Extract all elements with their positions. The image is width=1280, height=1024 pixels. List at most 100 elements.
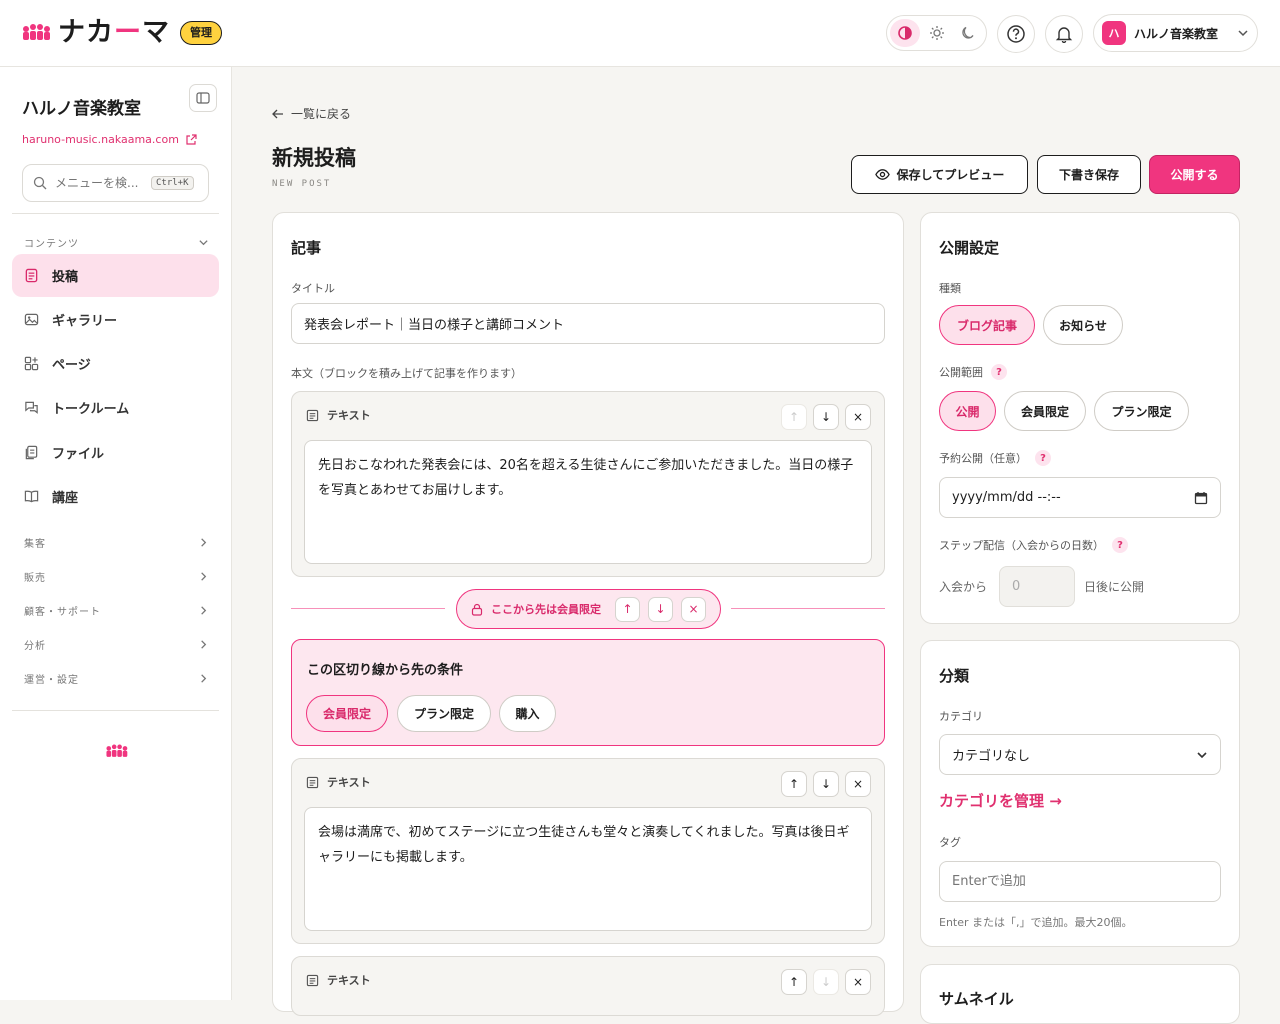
light-theme-button[interactable] [922, 19, 952, 47]
scope-members-chip[interactable]: 会員限定 [1004, 391, 1086, 431]
sidebar-item-files[interactable]: ファイル [12, 431, 219, 474]
category-select[interactable]: カテゴリなし [939, 734, 1221, 775]
sidebar-group-settings[interactable]: 運営・設定 [24, 671, 209, 686]
sidebar-group-label: 販売 [24, 573, 46, 584]
move-down-button[interactable]: ↓ [813, 771, 839, 797]
sidebar-toggle-button[interactable] [189, 84, 217, 112]
bell-icon [1055, 27, 1073, 43]
calendar-icon[interactable] [1194, 491, 1208, 505]
publish-button[interactable]: 公開する [1149, 155, 1240, 194]
condition-purchase-chip[interactable]: 購入 [499, 695, 556, 732]
brand-name: ナカーマ [58, 17, 170, 48]
text-block-icon [306, 776, 319, 788]
sidebar-group-sales[interactable]: 販売 [24, 569, 209, 584]
move-up-button[interactable]: ↑ [781, 969, 807, 995]
save-preview-button[interactable]: 保存してプレビュー [851, 155, 1028, 194]
sidebar-item-pages[interactable]: ページ [12, 342, 219, 385]
sidebar-item-gallery[interactable]: ギャラリー [12, 298, 219, 341]
block-header: テキスト [306, 972, 371, 988]
page-icon [24, 356, 39, 371]
tag-input[interactable] [939, 861, 1221, 902]
condition-members-chip[interactable]: 会員限定 [306, 695, 388, 732]
help-button[interactable] [997, 15, 1035, 53]
schedule-label-row: 予約公開（任意） ? [939, 450, 1051, 466]
account-menu[interactable]: ハ ハルノ音楽教室 [1093, 14, 1258, 52]
scope-label: 公開範囲 [939, 366, 983, 379]
back-to-list-link[interactable]: 一覧に戻る [272, 105, 351, 122]
chevron-right-icon [201, 572, 207, 581]
schedule-value: yyyy/mm/dd --:-- [952, 490, 1061, 505]
manage-category-link[interactable]: カテゴリを管理 → [939, 790, 1062, 811]
delete-block-button[interactable]: × [845, 771, 871, 797]
delete-block-button[interactable]: × [845, 969, 871, 995]
contrast-theme-button[interactable] [890, 19, 920, 47]
save-draft-button[interactable]: 下書き保存 [1037, 155, 1141, 194]
content-section-header[interactable]: コンテンツ [24, 235, 209, 250]
external-link-icon [186, 133, 197, 145]
move-up-button[interactable]: ↑ [781, 771, 807, 797]
move-down-button[interactable]: ↓ [813, 404, 839, 430]
text-block-icon [306, 974, 319, 986]
site-url-link[interactable]: haruno-music.nakaama.com [22, 133, 197, 146]
title-input[interactable]: 発表会レポート｜当日の様子と講師コメント [291, 303, 885, 344]
brand-logo[interactable]: ナカーマ 管理 [22, 18, 222, 48]
kind-blog-chip[interactable]: ブログ記事 [939, 305, 1035, 345]
move-up-button[interactable]: ↑ [781, 404, 807, 430]
step-days-input[interactable]: 0 [999, 566, 1075, 607]
delete-block-button[interactable]: × [845, 404, 871, 430]
sidebar-item-courses[interactable]: 講座 [12, 475, 219, 518]
page-subtitle: NEW POST [272, 179, 332, 189]
help-icon[interactable]: ? [1112, 537, 1128, 553]
content-section-label: コンテンツ [24, 239, 79, 250]
block-type-label: テキスト [327, 974, 371, 987]
chevron-down-icon [1197, 751, 1207, 758]
chat-icon [25, 401, 38, 414]
step-label-row: ステップ配信（入会からの日数） ? [939, 537, 1128, 553]
sidebar-group-marketing[interactable]: 集客 [24, 535, 209, 550]
block-textarea[interactable]: 先日おこなわれた発表会には、20名を超える生徒さんにご参加いただきました。当日の… [304, 440, 872, 564]
kind-news-chip[interactable]: お知らせ [1043, 305, 1123, 345]
sidebar-divider [12, 710, 219, 711]
category-value: カテゴリなし [952, 749, 1031, 764]
move-down-button[interactable]: ↓ [648, 596, 673, 622]
moon-icon [962, 26, 974, 39]
notifications-button[interactable] [1045, 15, 1083, 53]
member-divider-line [731, 608, 885, 609]
tag-hint: Enter または「,」で追加。最大20個。 [939, 916, 1133, 929]
move-up-button[interactable]: ↑ [615, 596, 640, 622]
post-icon [25, 268, 38, 283]
schedule-datetime-input[interactable]: yyyy/mm/dd --:-- [939, 477, 1221, 518]
menu-search-input[interactable] [55, 176, 143, 190]
scope-public-chip[interactable]: 公開 [939, 391, 996, 431]
scope-plan-chip[interactable]: プラン限定 [1094, 391, 1189, 431]
sun-icon [929, 26, 944, 40]
delete-divider-button[interactable]: × [681, 596, 706, 622]
account-avatar: ハ [1102, 21, 1126, 45]
sidebar-group-customers[interactable]: 顧客・サポート [24, 603, 209, 618]
member-divider-line [291, 608, 445, 609]
sidebar-group-analytics[interactable]: 分析 [24, 637, 209, 652]
condition-plan-chip[interactable]: プラン限定 [397, 695, 491, 732]
sidebar-item-label: 講座 [52, 491, 79, 506]
lock-icon [471, 603, 483, 616]
block-textarea[interactable]: 会場は満席で、初めてステージに立つ生徒さんも堂々と演奏してくれました。写真は後日… [304, 807, 872, 931]
sidebar-item-posts[interactable]: 投稿 [12, 254, 219, 297]
tag-label: タグ [939, 836, 961, 849]
sidebar: ハルノ音楽教室 haruno-music.nakaama.com Ctrl+K … [0, 67, 232, 1000]
dark-theme-button[interactable] [953, 19, 983, 47]
sidebar-item-talkroom[interactable]: トークルーム [12, 386, 219, 429]
step-prefix: 入会から [939, 580, 988, 594]
eye-icon [874, 169, 890, 180]
move-down-button[interactable]: ↓ [813, 969, 839, 995]
help-icon[interactable]: ? [1035, 450, 1051, 466]
block-type-label: テキスト [327, 776, 371, 789]
sidebar-group-label: 分析 [24, 641, 46, 652]
title-label: タイトル [291, 282, 335, 295]
menu-search: Ctrl+K [22, 164, 209, 202]
schedule-label: 予約公開（任意） [939, 452, 1027, 465]
condition-box: この区切り線から先の条件 会員限定 プラン限定 購入 [291, 639, 885, 746]
sidebar-item-label: トークルーム [52, 402, 130, 417]
article-card-title: 記事 [291, 239, 322, 257]
page-title: 新規投稿 [272, 146, 356, 170]
help-icon[interactable]: ? [991, 364, 1007, 380]
